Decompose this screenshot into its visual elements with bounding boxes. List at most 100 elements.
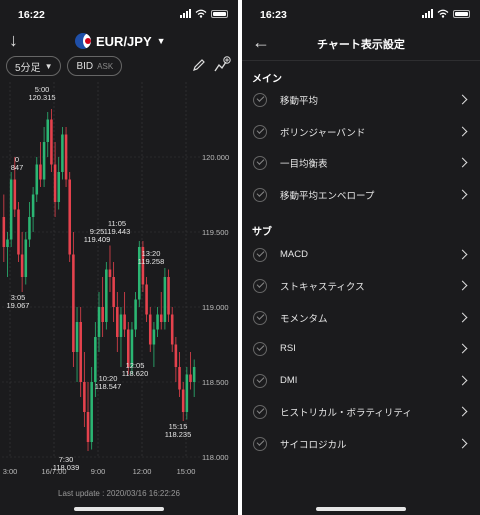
setting-row-envelope[interactable]: 移動平均エンベロープ <box>242 179 480 210</box>
status-time: 16:23 <box>260 9 287 21</box>
candle-body <box>108 269 112 277</box>
candle-body <box>105 269 108 322</box>
chevron-right-icon <box>457 126 468 137</box>
candle-body <box>39 164 42 180</box>
candle-body <box>17 209 20 255</box>
candle-body <box>137 247 141 300</box>
candle-body <box>189 374 192 382</box>
chevron-right-icon <box>457 375 468 386</box>
timeframe-label: 5分足 <box>15 62 41 74</box>
wifi-icon <box>437 9 449 18</box>
setting-row-macd[interactable]: MACD <box>242 239 480 270</box>
setting-row-moving-average[interactable]: 移動平均 <box>242 84 480 115</box>
candle-body <box>159 314 163 322</box>
candle-body <box>116 307 119 337</box>
annotation-price: 118.547 <box>95 382 122 391</box>
status-icons <box>180 9 228 18</box>
section-main-label: メイン <box>252 74 282 85</box>
check-circle-icon <box>253 404 267 419</box>
candle-body <box>72 254 75 352</box>
caret-down-icon: ▼ <box>156 36 166 46</box>
annotation-price: 120.315 <box>28 93 55 102</box>
indicator-add-icon[interactable] <box>214 56 232 74</box>
candle-body <box>156 314 159 330</box>
setting-row-label: RSI <box>280 343 296 354</box>
x-tick-label: 3:00 <box>3 467 18 476</box>
chevron-right-icon <box>457 438 468 449</box>
y-tick-label: 118.000 <box>202 453 229 462</box>
bid-label: BID <box>76 60 94 72</box>
candle-body <box>185 374 189 412</box>
bid-ask-toggle[interactable]: BID ASK <box>67 56 123 76</box>
candle-body <box>178 367 181 390</box>
candle-body <box>75 322 79 352</box>
candle-body <box>28 217 31 240</box>
annotation-price: 119.258 <box>138 257 165 266</box>
down-arrow-icon[interactable]: ↓ <box>9 30 18 51</box>
x-tick-label: 9:00 <box>91 467 106 476</box>
chevron-right-icon <box>457 312 468 323</box>
check-circle-icon <box>253 187 267 202</box>
check-circle-icon <box>253 341 267 356</box>
price-chart[interactable]: 120.000 119.500 119.000 118.500 118.000 3:00 1… <box>0 82 238 482</box>
home-indicator <box>74 507 164 511</box>
chevron-right-icon <box>457 157 468 168</box>
setting-row-momentum[interactable]: モメンタム <box>242 302 480 333</box>
y-tick-label: 120.000 <box>202 153 229 162</box>
annotation-price: 19.067 <box>7 301 30 310</box>
candle-body <box>20 254 24 277</box>
candle-body <box>68 179 71 255</box>
chevron-right-icon <box>457 94 468 105</box>
setting-row-label: ボリンジャーバンド <box>280 127 366 139</box>
setting-row-ichimoku[interactable]: 一目均衡表 <box>242 147 480 178</box>
setting-row-rsi[interactable]: RSI <box>242 333 480 364</box>
check-circle-icon <box>253 310 267 325</box>
candle-body <box>61 134 64 172</box>
timeframe-selector[interactable]: 5分足 ▼ <box>6 56 62 76</box>
setting-row-label: 一目均衡表 <box>280 158 328 170</box>
setting-row-label: DMI <box>280 375 298 386</box>
pencil-icon[interactable] <box>192 58 206 72</box>
annotation-price: 119.409 <box>84 235 111 244</box>
candle-body <box>123 314 126 330</box>
candle-body <box>192 367 196 382</box>
check-circle-icon <box>253 124 267 139</box>
candle-body <box>79 322 82 382</box>
annotation-price: 119.443 <box>104 227 131 236</box>
setting-row-dmi[interactable]: DMI <box>242 365 480 396</box>
chart-toolbar: 5分足 ▼ BID ASK <box>6 56 232 76</box>
status-bar: 16:23 <box>242 0 480 28</box>
page-title: チャート表示設定 <box>317 39 405 51</box>
candle-body <box>181 389 185 412</box>
setting-row-bollinger[interactable]: ボリンジャーバンド <box>242 116 480 147</box>
candle-body <box>101 307 104 322</box>
check-circle-icon <box>253 436 267 451</box>
setting-row-label: サイコロジカル <box>280 439 347 451</box>
candle-body <box>86 412 90 442</box>
check-circle-icon <box>253 373 267 388</box>
candle-body <box>112 277 115 307</box>
chevron-right-icon <box>457 249 468 260</box>
currency-pair-selector[interactable]: EUR/JPY ▼ <box>75 33 166 49</box>
candle-body <box>134 299 137 330</box>
chevron-right-icon <box>457 280 468 291</box>
setting-row-stochastics[interactable]: ストキャスティクス <box>242 270 480 301</box>
annotation-price: 847 <box>11 163 24 172</box>
status-time: 16:22 <box>18 9 45 21</box>
chevron-right-icon <box>457 343 468 354</box>
setting-row-label: 移動平均エンベロープ <box>280 190 375 202</box>
chart-screen: 16:22 ↓ EUR/JPY ▼ 5分足 ▼ BID ASK 120.000 1… <box>0 0 238 515</box>
candle-body <box>152 329 156 345</box>
y-tick-label: 118.500 <box>202 378 229 387</box>
check-circle-icon <box>253 92 267 107</box>
setting-row-label: モメンタム <box>280 313 328 325</box>
candle-body <box>6 239 9 247</box>
check-circle-icon <box>253 247 267 262</box>
setting-row-psychological[interactable]: サイコロジカル <box>242 428 480 459</box>
candle-body <box>24 239 28 277</box>
candle-body <box>53 164 57 202</box>
candle-body <box>170 314 174 345</box>
candle-body <box>2 217 6 247</box>
setting-row-historical-volatility[interactable]: ヒストリカル・ボラティリティ <box>242 396 480 427</box>
section-sub-label: サブ <box>252 227 272 238</box>
